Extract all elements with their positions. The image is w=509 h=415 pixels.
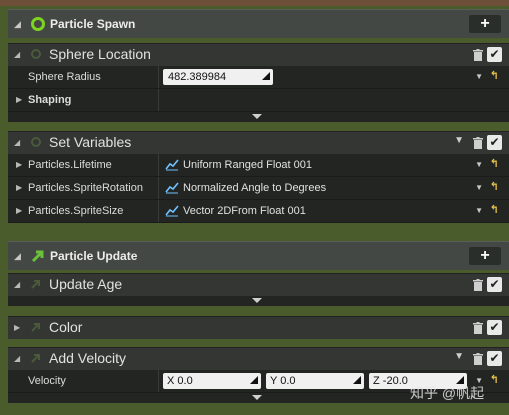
enable-checkbox[interactable]: ✔ [487, 320, 502, 335]
enable-checkbox[interactable]: ✔ [487, 277, 502, 292]
collapse-triangle-icon[interactable]: ◢ [14, 19, 21, 30]
param-row-sprite-rotation[interactable]: ▶ Particles.SpriteRotation Normalized An… [8, 177, 509, 200]
enable-checkbox[interactable]: ✔ [487, 135, 502, 150]
curve-icon [165, 159, 179, 171]
param-row-sprite-size[interactable]: ▶ Particles.SpriteSize Vector 2DFrom Flo… [8, 200, 509, 223]
expand-triangle-icon[interactable]: ▶ [16, 95, 22, 104]
sphere-radius-input[interactable]: 482.389984 [163, 69, 273, 85]
top-strip [0, 0, 509, 6]
trash-icon[interactable] [473, 137, 483, 149]
module-arrow-icon [31, 280, 40, 289]
param-label: Particles.SpriteRotation [28, 182, 143, 194]
dropdown-arrow-icon[interactable]: ▼ [454, 135, 464, 146]
module-title: Update Age [49, 276, 123, 292]
reset-arrow-icon[interactable]: ↰ [490, 203, 499, 216]
dropdown-arrow-icon[interactable]: ▼ [475, 206, 483, 215]
enable-checkbox[interactable]: ✔ [487, 47, 502, 62]
module-ring-icon [31, 137, 41, 147]
param-label: Velocity [28, 375, 66, 387]
collapse-triangle-icon[interactable]: ◢ [14, 280, 20, 289]
module-color[interactable]: ▶ Color ✔ [8, 316, 509, 339]
velocity-x-input[interactable]: X 0.0 [163, 373, 261, 389]
column-divider [158, 89, 159, 111]
collapse-triangle-icon[interactable]: ◢ [14, 50, 20, 59]
expand-arrow-icon[interactable] [252, 298, 262, 303]
module-add-velocity[interactable]: ◢ Add Velocity ▼ ✔ [8, 347, 509, 370]
dropdown-arrow-icon[interactable]: ▼ [454, 351, 464, 362]
watermark: 知乎 @帆起 [410, 385, 485, 401]
dynamic-input-label[interactable]: Uniform Ranged Float 001 [183, 159, 312, 171]
module-arrow-icon [31, 354, 40, 363]
expand-triangle-icon[interactable]: ▶ [16, 206, 22, 215]
axis-value: 0.0 [280, 375, 296, 387]
reset-arrow-icon[interactable]: ↰ [490, 180, 499, 193]
drag-handle-icon[interactable] [262, 72, 270, 80]
velocity-y-input[interactable]: Y 0.0 [266, 373, 364, 389]
curve-icon [165, 182, 179, 194]
param-label: Sphere Radius [28, 71, 101, 83]
module-ring-icon [31, 49, 41, 59]
dropdown-arrow-icon[interactable]: ▼ [475, 72, 483, 81]
enable-checkbox[interactable]: ✔ [487, 351, 502, 366]
particle-spawn-header[interactable]: ◢ Particle Spawn + [8, 9, 509, 38]
collapse-triangle-icon[interactable]: ◢ [14, 354, 20, 363]
column-divider [158, 177, 159, 199]
add-module-button[interactable]: + [469, 15, 501, 33]
param-row-shaping[interactable]: ▶ Shaping [8, 89, 509, 112]
module-title: Set Variables [49, 134, 132, 150]
trash-icon[interactable] [473, 49, 483, 61]
expand-arrow-icon[interactable] [252, 395, 262, 400]
axis-label: Z [373, 375, 380, 387]
dropdown-arrow-icon[interactable]: ▼ [475, 183, 483, 192]
spawn-ring-icon [31, 17, 45, 31]
param-label: Shaping [28, 94, 72, 106]
expand-triangle-icon[interactable]: ▶ [16, 183, 22, 192]
expand-arrow-icon[interactable] [252, 114, 262, 119]
section-title: Particle Spawn [50, 17, 136, 31]
module-update-age[interactable]: ◢ Update Age ✔ [8, 273, 509, 296]
axis-value: -20.0 [382, 375, 408, 387]
dynamic-input-label[interactable]: Normalized Angle to Degrees [183, 182, 326, 194]
reset-arrow-icon[interactable]: ↰ [490, 69, 499, 82]
param-label: Particles.Lifetime [28, 159, 112, 171]
dropdown-arrow-icon[interactable]: ▼ [475, 160, 483, 169]
module-footer[interactable] [8, 296, 509, 306]
reset-arrow-icon[interactable]: ↰ [490, 373, 499, 386]
column-divider [158, 154, 159, 176]
trash-icon[interactable] [473, 279, 483, 291]
column-divider [158, 66, 159, 88]
column-divider [158, 200, 159, 222]
module-arrow-icon [31, 323, 40, 332]
module-title: Add Velocity [49, 350, 127, 366]
section-title: Particle Update [50, 249, 138, 263]
axis-value: 0.0 [177, 375, 193, 387]
axis-label: X [167, 375, 175, 387]
drag-handle-icon[interactable] [250, 376, 258, 384]
module-title: Color [49, 319, 83, 335]
param-row-sphere-radius: Sphere Radius 482.389984 ▼ ↰ [8, 66, 509, 89]
dynamic-input-label[interactable]: Vector 2DFrom Float 001 [183, 205, 306, 217]
module-sphere-location[interactable]: ◢ Sphere Location ✔ [8, 43, 509, 66]
add-module-button[interactable]: + [469, 247, 501, 265]
trash-icon[interactable] [473, 322, 483, 334]
module-title: Sphere Location [49, 46, 151, 62]
curve-icon [165, 205, 179, 217]
collapse-triangle-icon[interactable]: ◢ [14, 251, 21, 262]
trash-icon[interactable] [473, 353, 483, 365]
collapse-triangle-icon[interactable]: ◢ [14, 138, 20, 147]
param-label: Particles.SpriteSize [28, 205, 124, 217]
expand-triangle-icon[interactable]: ▶ [14, 323, 20, 332]
module-footer[interactable] [8, 112, 509, 122]
reset-arrow-icon[interactable]: ↰ [490, 157, 499, 170]
axis-label: Y [270, 375, 278, 387]
param-row-lifetime[interactable]: ▶ Particles.Lifetime Uniform Ranged Floa… [8, 154, 509, 177]
particle-update-header[interactable]: ◢ Particle Update + [8, 241, 509, 270]
sphere-radius-value: 482.389984 [168, 71, 227, 83]
expand-triangle-icon[interactable]: ▶ [16, 160, 22, 169]
column-divider [158, 370, 159, 392]
module-set-variables[interactable]: ◢ Set Variables ▼ ✔ [8, 131, 509, 154]
drag-handle-icon[interactable] [353, 376, 361, 384]
update-arrow-icon [31, 250, 44, 263]
